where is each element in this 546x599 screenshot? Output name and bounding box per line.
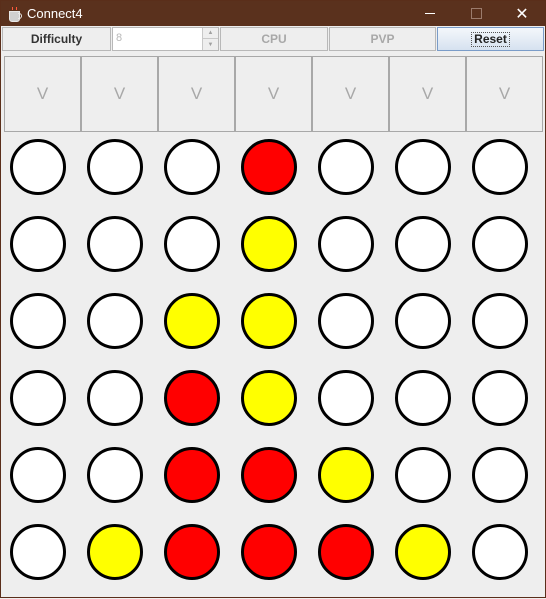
board-cell-empty	[10, 139, 66, 195]
board-cell-yellow	[241, 293, 297, 349]
app-window: Connect4 ✕ Difficulty 8 ▲ ▼ CPU PVP Rese…	[0, 0, 546, 598]
difficulty-label: Difficulty	[2, 27, 111, 51]
board-cell-empty	[87, 293, 143, 349]
board-cell-yellow	[395, 524, 451, 580]
spinner-down-icon[interactable]: ▼	[203, 39, 218, 50]
window-controls: ✕	[407, 1, 545, 26]
board-cell-empty	[395, 139, 451, 195]
board-cell-empty	[472, 447, 528, 503]
cpu-button[interactable]: CPU	[220, 27, 328, 51]
difficulty-spinner[interactable]: 8 ▲ ▼	[112, 27, 219, 51]
minimize-icon	[425, 13, 435, 14]
toolbar: Difficulty 8 ▲ ▼ CPU PVP Reset	[2, 27, 544, 53]
maximize-icon	[470, 8, 482, 19]
board-cell-empty	[395, 370, 451, 426]
board-cell-empty	[472, 370, 528, 426]
board-cell-empty	[10, 216, 66, 272]
board-cell-red	[164, 447, 220, 503]
board-cell-red	[318, 524, 374, 580]
difficulty-value[interactable]: 8	[116, 32, 122, 44]
board-cell-empty	[395, 216, 451, 272]
board-cell-yellow	[164, 293, 220, 349]
board-cell-red	[164, 370, 220, 426]
drop-button-col-2[interactable]: V	[81, 56, 158, 132]
drop-button-col-3[interactable]: V	[158, 56, 235, 132]
board-cell-empty	[395, 293, 451, 349]
column-drop-buttons: V V V V V V V	[4, 56, 543, 132]
board-cell-empty	[10, 293, 66, 349]
title-bar: Connect4 ✕	[1, 1, 545, 26]
drop-button-col-1[interactable]: V	[4, 56, 81, 132]
board-cell-empty	[318, 216, 374, 272]
board-cell-empty	[164, 216, 220, 272]
board-cell-empty	[87, 370, 143, 426]
drop-button-col-5[interactable]: V	[312, 56, 389, 132]
window-title: Connect4	[27, 6, 83, 21]
board-cell-empty	[472, 139, 528, 195]
board-cell-red	[241, 447, 297, 503]
board-cell-empty	[10, 524, 66, 580]
close-icon: ✕	[515, 5, 529, 23]
spinner-arrows: ▲ ▼	[202, 28, 218, 50]
close-button[interactable]: ✕	[499, 1, 545, 26]
reset-button[interactable]: Reset	[437, 27, 544, 51]
board-cell-empty	[87, 139, 143, 195]
game-board	[10, 139, 540, 599]
board-cell-empty	[472, 216, 528, 272]
board-cell-empty	[318, 293, 374, 349]
board-cell-empty	[472, 293, 528, 349]
board-cell-red	[164, 524, 220, 580]
board-cell-empty	[10, 447, 66, 503]
reset-button-label: Reset	[471, 31, 510, 47]
board-cell-yellow	[241, 216, 297, 272]
board-cell-yellow	[318, 447, 374, 503]
board-cell-yellow	[87, 524, 143, 580]
board-cell-red	[241, 139, 297, 195]
board-cell-empty	[472, 524, 528, 580]
board-cell-empty	[318, 370, 374, 426]
board-cell-empty	[87, 447, 143, 503]
minimize-button[interactable]	[407, 1, 453, 26]
board-cell-yellow	[241, 370, 297, 426]
maximize-button[interactable]	[453, 1, 499, 26]
drop-button-col-7[interactable]: V	[466, 56, 543, 132]
board-cell-empty	[318, 139, 374, 195]
pvp-button[interactable]: PVP	[329, 27, 436, 51]
board-cell-empty	[395, 447, 451, 503]
board-cell-red	[241, 524, 297, 580]
board-cell-empty	[164, 139, 220, 195]
java-cup-icon	[8, 6, 22, 22]
drop-button-col-4[interactable]: V	[235, 56, 312, 132]
drop-button-col-6[interactable]: V	[389, 56, 466, 132]
board-cell-empty	[10, 370, 66, 426]
board-cell-empty	[87, 216, 143, 272]
spinner-up-icon[interactable]: ▲	[203, 28, 218, 39]
